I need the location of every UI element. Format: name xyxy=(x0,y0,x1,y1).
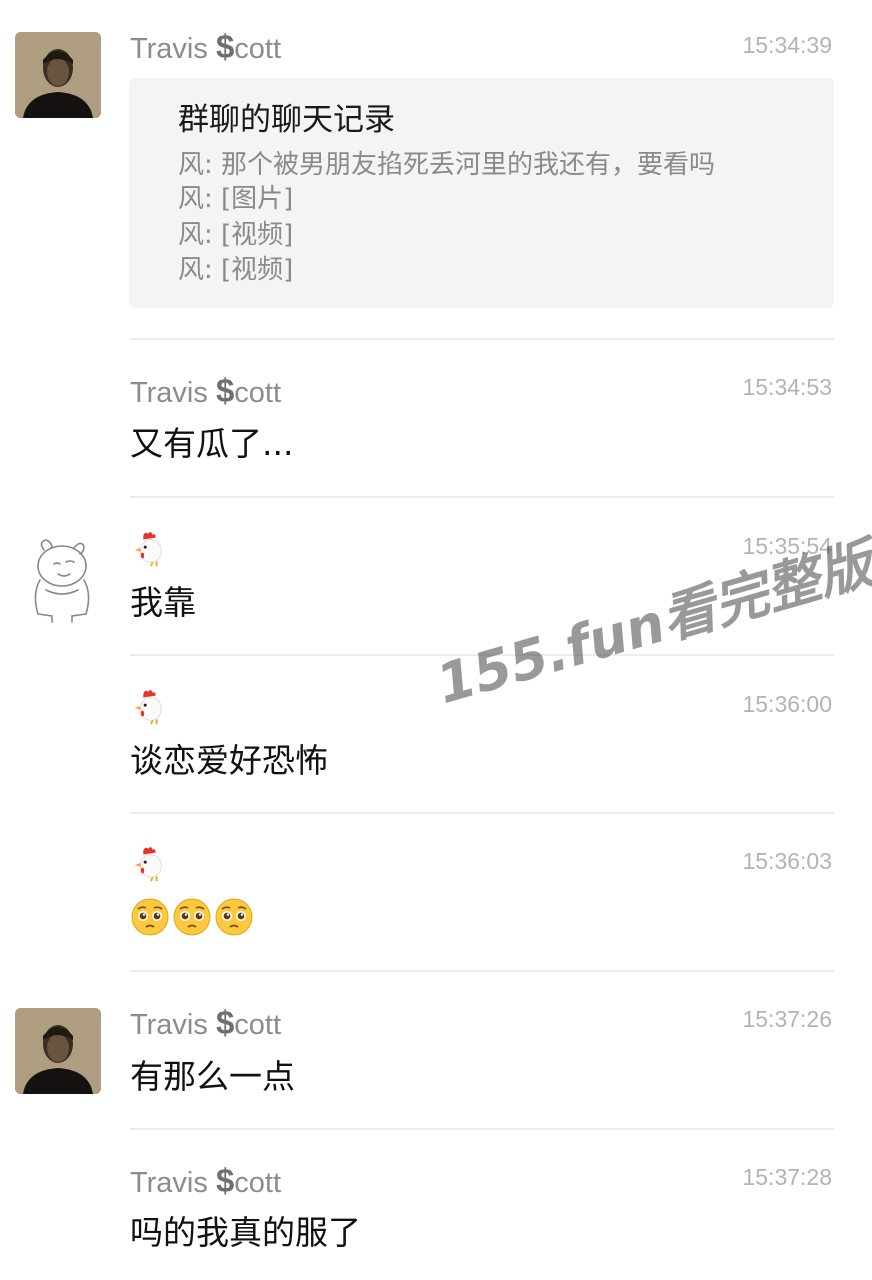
sender-first-name: Travis xyxy=(130,1009,208,1041)
sender-symbol: $ xyxy=(215,1004,235,1041)
sender-symbol: $ xyxy=(215,28,235,65)
message-text[interactable]: 谈恋爱好恐怖 xyxy=(130,740,328,782)
avatar[interactable] xyxy=(22,534,100,624)
message-time: 15:37:26 xyxy=(742,1006,832,1032)
sender-last-name: cott xyxy=(234,1009,282,1041)
avatar[interactable] xyxy=(15,1008,101,1094)
forward-line: 风: [视频] xyxy=(178,220,294,250)
sender-name[interactable]: Travis $cott xyxy=(130,1164,281,1200)
rooster-emoji-icon xyxy=(134,690,162,725)
forward-title: 群聊的聊天记录 xyxy=(178,102,395,138)
forward-line: 风: [视频] xyxy=(178,255,294,285)
divider xyxy=(130,812,834,814)
portrait-avatar-icon xyxy=(15,1008,101,1094)
sender-symbol: $ xyxy=(215,1162,235,1199)
emoji-message[interactable] xyxy=(130,897,254,939)
sender-first-name: Travis xyxy=(130,1167,208,1199)
pleading-face-icon xyxy=(173,898,211,936)
pleading-face-icon xyxy=(131,898,169,936)
sender-last-name: cott xyxy=(234,377,282,409)
message-time: 15:35:54 xyxy=(742,533,832,559)
rooster-emoji-icon xyxy=(134,847,162,882)
forwarded-chat-record[interactable]: 群聊的聊天记录 风: 那个被男朋友掐死丢河里的我还有，要看吗 风: [图片] 风… xyxy=(129,78,834,308)
sender-symbol: $ xyxy=(215,372,235,409)
pleading-face-icon xyxy=(215,898,253,936)
message-time: 15:34:53 xyxy=(742,374,832,400)
divider xyxy=(130,970,834,972)
message-text[interactable]: 有那么一点 xyxy=(130,1056,295,1098)
divider xyxy=(130,1128,834,1130)
rooster-emoji-icon xyxy=(134,532,162,567)
cartoon-sketch-avatar-icon xyxy=(34,539,90,623)
sender-first-name: Travis xyxy=(130,377,208,409)
message-time: 15:36:00 xyxy=(742,691,832,717)
sender-first-name: Travis xyxy=(130,33,208,65)
forward-line: 风: [图片] xyxy=(178,184,294,214)
avatar[interactable] xyxy=(15,32,101,118)
sender-name[interactable]: Travis $cott xyxy=(130,374,281,410)
sender-name[interactable]: Travis $cott xyxy=(130,30,281,66)
message-text[interactable]: 我靠 xyxy=(130,582,196,624)
sender-name[interactable]: Travis $cott xyxy=(130,1006,281,1042)
message-time: 15:34:39 xyxy=(742,32,832,58)
sender-last-name: cott xyxy=(234,1167,282,1199)
divider xyxy=(130,496,834,498)
message-time: 15:37:28 xyxy=(742,1164,832,1190)
message-text[interactable]: 吗的我真的服了 xyxy=(130,1212,361,1254)
divider xyxy=(130,338,834,340)
message-text[interactable]: 又有瓜了... xyxy=(130,423,293,465)
portrait-avatar-icon xyxy=(15,32,101,118)
sender-last-name: cott xyxy=(234,33,282,65)
forward-line: 风: 那个被男朋友掐死丢河里的我还有，要看吗 xyxy=(178,150,716,180)
message-time: 15:36:03 xyxy=(742,848,832,874)
divider xyxy=(130,654,834,656)
